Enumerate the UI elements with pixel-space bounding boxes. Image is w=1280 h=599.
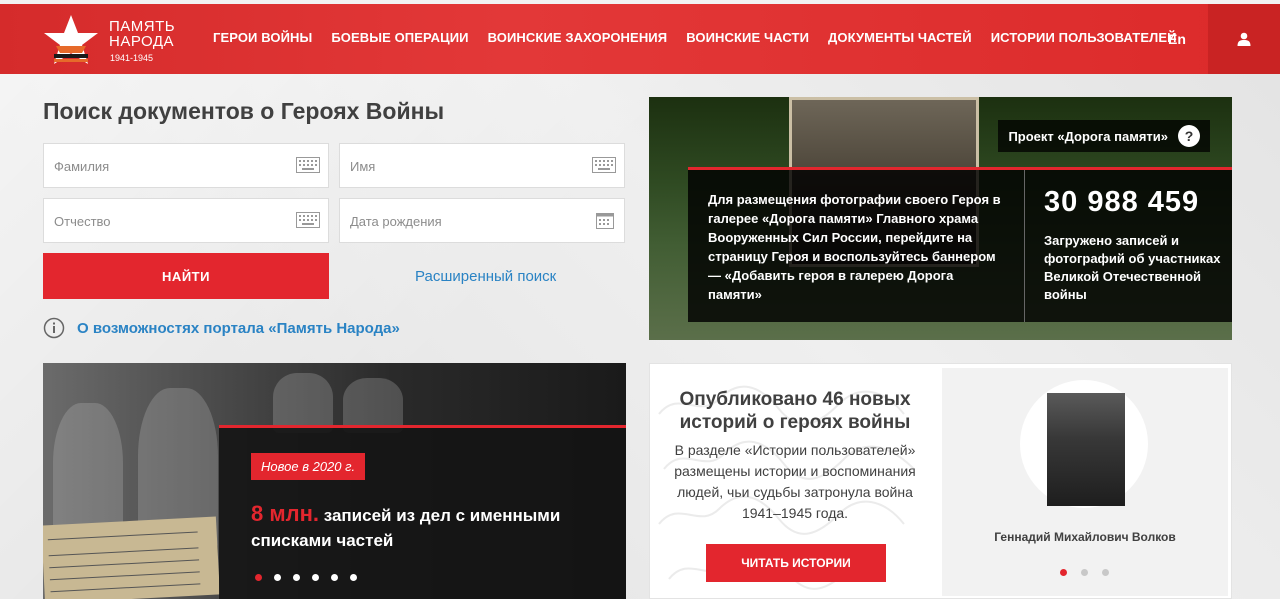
find-button[interactable]: НАЙТИ bbox=[43, 253, 329, 299]
news-panel: Новое в 2020 г. 8 млн. записей из дел с … bbox=[219, 425, 626, 599]
surname-placeholder: Фамилия bbox=[54, 159, 110, 174]
hero-name: Геннадий Михайлович Волков bbox=[994, 530, 1176, 544]
patronymic-field[interactable]: Отчество bbox=[43, 198, 329, 243]
birthdate-placeholder: Дата рождения bbox=[350, 214, 442, 229]
banner-overlay: Для размещения фотографии своего Героя в… bbox=[688, 167, 1232, 322]
news-headline-highlight: 8 млн. bbox=[251, 501, 319, 526]
about-portal-label: О возможностях портала «Память Народа» bbox=[77, 319, 400, 337]
site-header: ПАМЯТЬ НАРОДА 1941-1945 ГЕРОИ ВОЙНЫ БОЕВ… bbox=[0, 4, 1280, 74]
nav-unit-documents[interactable]: ДОКУМЕНТЫ ЧАСТЕЙ bbox=[828, 30, 972, 45]
logo-line1: ПАМЯТЬ bbox=[109, 18, 176, 35]
birthdate-field[interactable]: Дата рождения bbox=[339, 198, 625, 243]
name-placeholder: Имя bbox=[350, 159, 376, 174]
keyboard-icon[interactable] bbox=[296, 212, 320, 228]
user-icon bbox=[1237, 32, 1251, 46]
help-icon[interactable]: ? bbox=[1178, 125, 1200, 147]
slider-dot[interactable] bbox=[1060, 569, 1067, 576]
logo-line2: НАРОДА bbox=[109, 33, 175, 50]
stories-description: В разделе «Истории пользователей» размещ… bbox=[674, 442, 916, 521]
project-label[interactable]: Проект «Дорога памяти» ? bbox=[998, 120, 1210, 152]
slider-dot[interactable] bbox=[312, 574, 319, 581]
language-switch[interactable]: En bbox=[1168, 31, 1186, 47]
archive-document-image bbox=[43, 516, 220, 599]
logo-title: ПАМЯТЬ НАРОДА bbox=[109, 19, 175, 49]
news-tag: Новое в 2020 г. bbox=[251, 453, 366, 480]
name-field[interactable]: Имя bbox=[339, 143, 625, 188]
records-count-description: Загружено записей и фотографий об участн… bbox=[1044, 233, 1221, 302]
news-headline[interactable]: 8 млн. записей из дел с именными спискам… bbox=[251, 501, 611, 553]
slider-dot[interactable] bbox=[1081, 569, 1088, 576]
advanced-search-link[interactable]: Расширенный поиск bbox=[415, 268, 556, 285]
nav-burials[interactable]: ВОИНСКИЕ ЗАХОРОНЕНИЯ bbox=[488, 30, 668, 45]
user-button[interactable] bbox=[1208, 4, 1280, 74]
about-portal-link[interactable]: О возможностях портала «Память Народа» bbox=[43, 317, 400, 339]
hero-photo bbox=[1047, 393, 1125, 506]
surname-field[interactable]: Фамилия bbox=[43, 143, 329, 188]
star-logo-icon bbox=[44, 15, 98, 64]
search-title: Поиск документов о Героях Войны bbox=[43, 98, 445, 124]
slider-dot[interactable] bbox=[255, 574, 262, 581]
nav-heroes[interactable]: ГЕРОИ ВОЙНЫ bbox=[213, 30, 312, 45]
slider-dot[interactable] bbox=[1102, 569, 1109, 576]
memory-road-banner[interactable]: Проект «Дорога памяти» ? Для размещения … bbox=[649, 97, 1232, 340]
slider-dot[interactable] bbox=[274, 574, 281, 581]
news-slider-dots bbox=[255, 574, 357, 581]
document-line bbox=[48, 547, 199, 557]
calendar-icon[interactable] bbox=[596, 211, 614, 229]
records-count: 30 988 459 bbox=[1044, 186, 1200, 218]
stories-title: Опубликовано 46 новых историй о героях в… bbox=[679, 389, 911, 433]
document-line bbox=[50, 583, 201, 593]
slider-dot[interactable] bbox=[331, 574, 338, 581]
main-nav: ГЕРОИ ВОЙНЫ БОЕВЫЕ ОПЕРАЦИИ ВОИНСКИЕ ЗАХ… bbox=[213, 30, 1196, 45]
nav-operations[interactable]: БОЕВЫЕ ОПЕРАЦИИ bbox=[331, 30, 468, 45]
slider-dot[interactable] bbox=[350, 574, 357, 581]
project-label-text: Проект «Дорога памяти» bbox=[1008, 128, 1168, 144]
info-icon bbox=[43, 317, 65, 339]
read-stories-button[interactable]: ЧИТАТЬ ИСТОРИИ bbox=[706, 544, 886, 582]
banner-divider bbox=[1024, 170, 1025, 322]
document-line bbox=[49, 571, 200, 581]
hero-card[interactable]: Геннадий Михайлович Волков bbox=[942, 368, 1228, 596]
keyboard-icon[interactable] bbox=[296, 157, 320, 173]
slider-dot[interactable] bbox=[293, 574, 300, 581]
hero-slider-dots bbox=[1060, 569, 1109, 576]
user-stories-block: Опубликовано 46 новых историй о героях в… bbox=[649, 363, 1232, 599]
patronymic-placeholder: Отчество bbox=[54, 214, 111, 229]
nav-user-stories[interactable]: ИСТОРИИ ПОЛЬЗОВАТЕЛЕЙ bbox=[991, 30, 1177, 45]
news-slider[interactable]: Новое в 2020 г. 8 млн. записей из дел с … bbox=[43, 363, 626, 599]
logo-years: 1941-1945 bbox=[110, 53, 154, 63]
document-line bbox=[49, 559, 200, 569]
document-line bbox=[47, 531, 198, 541]
keyboard-icon[interactable] bbox=[592, 157, 616, 173]
nav-units[interactable]: ВОИНСКИЕ ЧАСТИ bbox=[686, 30, 809, 45]
banner-description: Для размещения фотографии своего Героя в… bbox=[708, 192, 1001, 302]
soldier-silhouette bbox=[273, 373, 333, 433]
site-logo[interactable]: ПАМЯТЬ НАРОДА 1941-1945 bbox=[42, 13, 192, 67]
